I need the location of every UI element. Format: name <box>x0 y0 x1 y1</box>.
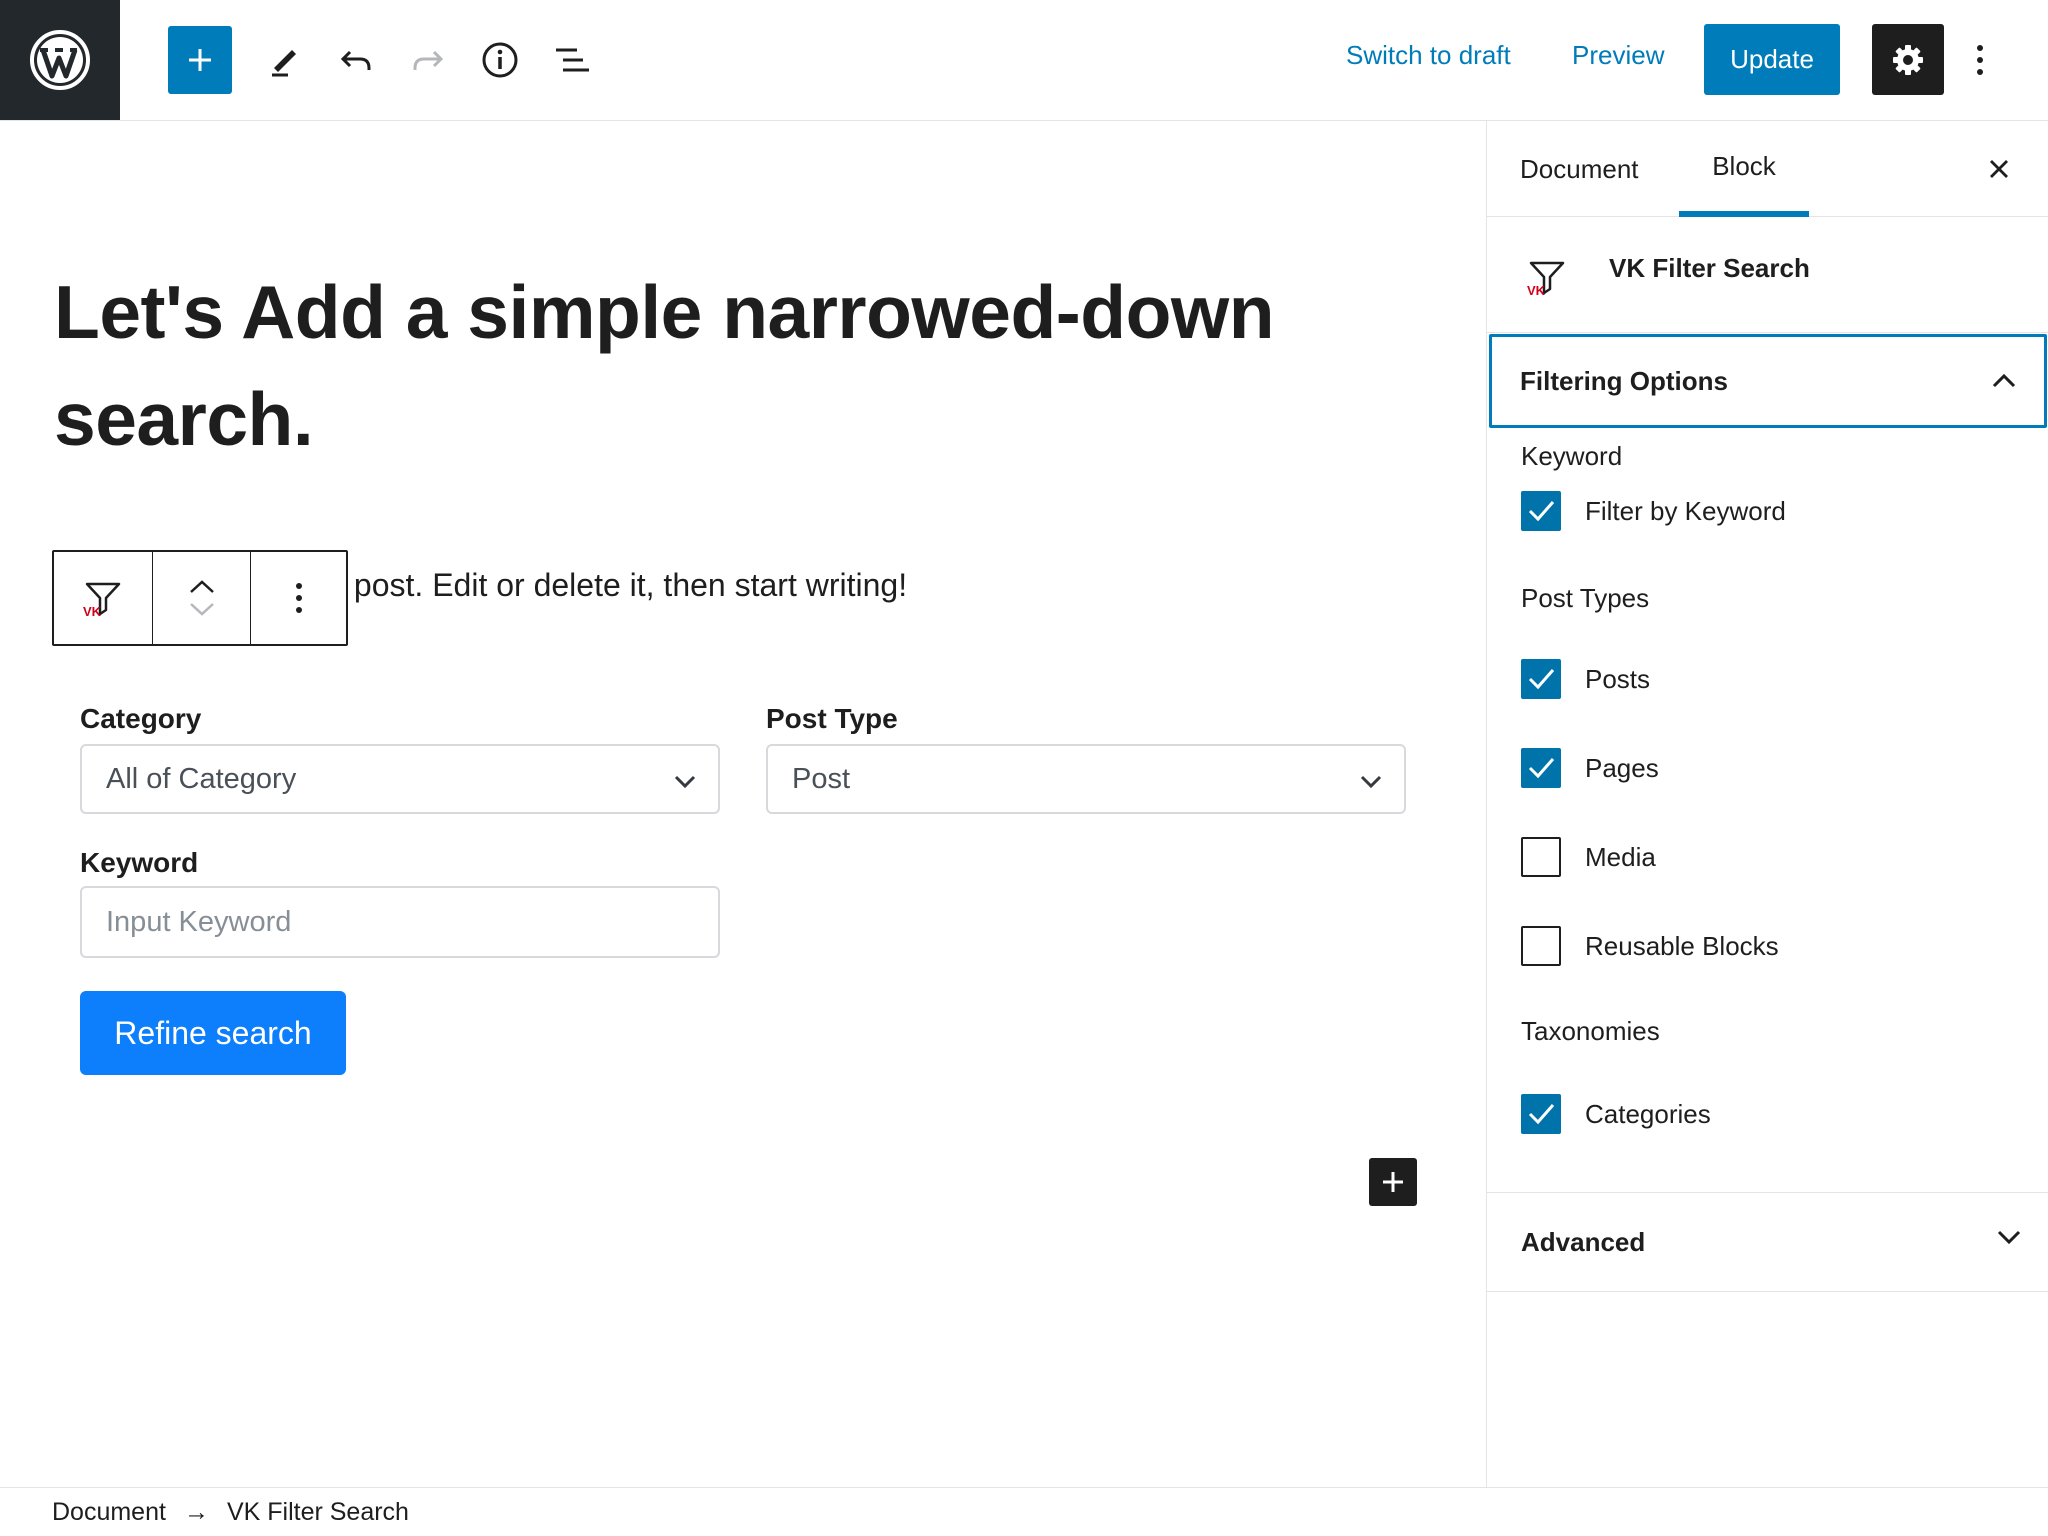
breadcrumb-current-block[interactable]: VK Filter Search <box>227 1498 409 1527</box>
chevron-up-icon[interactable] <box>188 579 216 595</box>
post-type-select-value: Post <box>792 762 851 795</box>
info-icon <box>482 42 518 78</box>
chevron-down-icon <box>1360 775 1382 789</box>
more-vertical-icon <box>295 583 302 613</box>
block-card-title: VK Filter Search <box>1609 253 1810 283</box>
list-view-icon <box>556 48 589 72</box>
editor-canvas: Let's Add a simple narrowed-down search.… <box>0 121 1486 1487</box>
preview-button[interactable]: Preview <box>1572 40 1664 71</box>
close-sidebar-button[interactable] <box>1977 147 2021 191</box>
plus-icon <box>189 49 211 71</box>
posts-label: Posts <box>1585 663 1651 694</box>
pages-label: Pages <box>1585 752 1659 783</box>
advanced-panel-title: Advanced <box>1521 1226 1646 1257</box>
chevron-up-icon <box>1992 373 2016 388</box>
media-checkbox[interactable] <box>1521 837 1561 877</box>
checkmark-icon <box>1528 758 1555 779</box>
update-button[interactable]: Update <box>1704 24 1840 95</box>
add-block-button[interactable] <box>168 26 232 94</box>
keyword-section-label: Keyword <box>1521 441 1623 471</box>
plus-icon <box>1383 1172 1403 1192</box>
post-type-checkbox-row[interactable]: Media <box>1521 837 1656 877</box>
posts-checkbox[interactable] <box>1521 659 1561 699</box>
advanced-panel-toggle[interactable]: Advanced <box>1487 1192 2048 1292</box>
reusable-blocks-label: Reusable Blocks <box>1585 930 1779 961</box>
pages-checkbox[interactable] <box>1521 748 1561 788</box>
tools-button[interactable] <box>252 26 316 94</box>
block-options-button[interactable] <box>250 552 346 644</box>
wordpress-logo-button[interactable] <box>0 0 120 120</box>
category-label: Category <box>80 703 202 734</box>
more-vertical-icon <box>1977 44 1983 75</box>
undo-button[interactable] <box>324 26 388 94</box>
settings-sidebar: Document Block VK VK Filter Search Filte… <box>1486 121 2048 1487</box>
post-type-checkbox-row[interactable]: Pages <box>1521 748 1659 788</box>
post-type-select[interactable]: Post <box>766 744 1406 814</box>
reusable-blocks-checkbox[interactable] <box>1521 926 1561 966</box>
category-select[interactable]: All of Category <box>80 744 720 814</box>
block-inserter-button[interactable] <box>1369 1158 1417 1206</box>
chevron-down-icon[interactable] <box>188 601 216 617</box>
checkmark-icon <box>1528 669 1555 690</box>
keyword-label: Keyword <box>80 847 199 878</box>
media-label: Media <box>1585 841 1656 872</box>
post-type-label: Post Type <box>766 703 898 734</box>
breadcrumb-arrow-icon: → <box>183 1497 209 1526</box>
editor-header: Switch to draft Preview Update <box>0 0 2048 121</box>
chevron-down-icon <box>674 775 696 789</box>
categories-label: Categories <box>1585 1098 1711 1129</box>
svg-text:VK: VK <box>1527 283 1546 298</box>
taxonomy-checkbox-row[interactable]: Categories <box>1521 1094 1711 1134</box>
svg-text:VK: VK <box>83 604 102 619</box>
undo-icon <box>340 50 371 70</box>
filtering-options-panel-toggle[interactable]: Filtering Options <box>1489 334 2047 428</box>
vk-filter-search-icon: VK <box>1527 261 1565 298</box>
block-navigation-button[interactable] <box>540 26 604 94</box>
details-button[interactable] <box>468 26 532 94</box>
checkmark-icon <box>1528 1104 1555 1125</box>
filter-by-keyword-checkbox[interactable] <box>1521 491 1561 531</box>
keyword-input[interactable] <box>80 886 720 958</box>
taxonomies-section-label: Taxonomies <box>1521 1016 1660 1046</box>
checkmark-icon <box>1528 501 1555 522</box>
block-switcher-button[interactable]: VK <box>54 552 152 644</box>
post-types-section-label: Post Types <box>1521 583 1650 613</box>
gear-icon <box>1893 44 1923 75</box>
tab-document[interactable]: Document <box>1520 121 1639 217</box>
vk-filter-search-icon: VK <box>83 582 121 619</box>
post-title[interactable]: Let's Add a simple narrowed-down search. <box>54 259 1394 473</box>
block-card: VK VK Filter Search <box>1487 217 2048 333</box>
chevron-down-icon <box>1997 1230 2021 1245</box>
category-select-value: All of Category <box>106 762 297 795</box>
filter-by-keyword-label: Filter by Keyword <box>1585 495 1786 526</box>
more-options-button[interactable] <box>1964 24 1996 95</box>
block-toolbar: VK <box>52 550 348 646</box>
categories-checkbox[interactable] <box>1521 1094 1561 1134</box>
sidebar-tabs: Document Block <box>1487 121 2048 217</box>
settings-button[interactable] <box>1872 24 1944 95</box>
post-type-checkbox-row[interactable]: Posts <box>1521 659 1650 699</box>
tab-block[interactable]: Block <box>1679 121 1809 217</box>
post-type-checkbox-row[interactable]: Reusable Blocks <box>1521 926 1779 966</box>
refine-search-button[interactable]: Refine search <box>80 991 346 1075</box>
filter-by-keyword-checkbox-row[interactable]: Filter by Keyword <box>1521 491 1786 531</box>
pencil-icon <box>272 50 296 77</box>
redo-icon <box>413 50 444 70</box>
panel-title: Filtering Options <box>1520 365 1728 396</box>
switch-to-draft-button[interactable]: Switch to draft <box>1346 40 1511 71</box>
block-breadcrumb: Document → VK Filter Search <box>0 1487 2048 1536</box>
wordpress-logo-icon <box>30 30 90 90</box>
redo-button[interactable] <box>396 26 460 94</box>
block-movers <box>152 552 250 644</box>
close-icon <box>1990 160 2008 178</box>
breadcrumb-document[interactable]: Document <box>52 1498 166 1527</box>
